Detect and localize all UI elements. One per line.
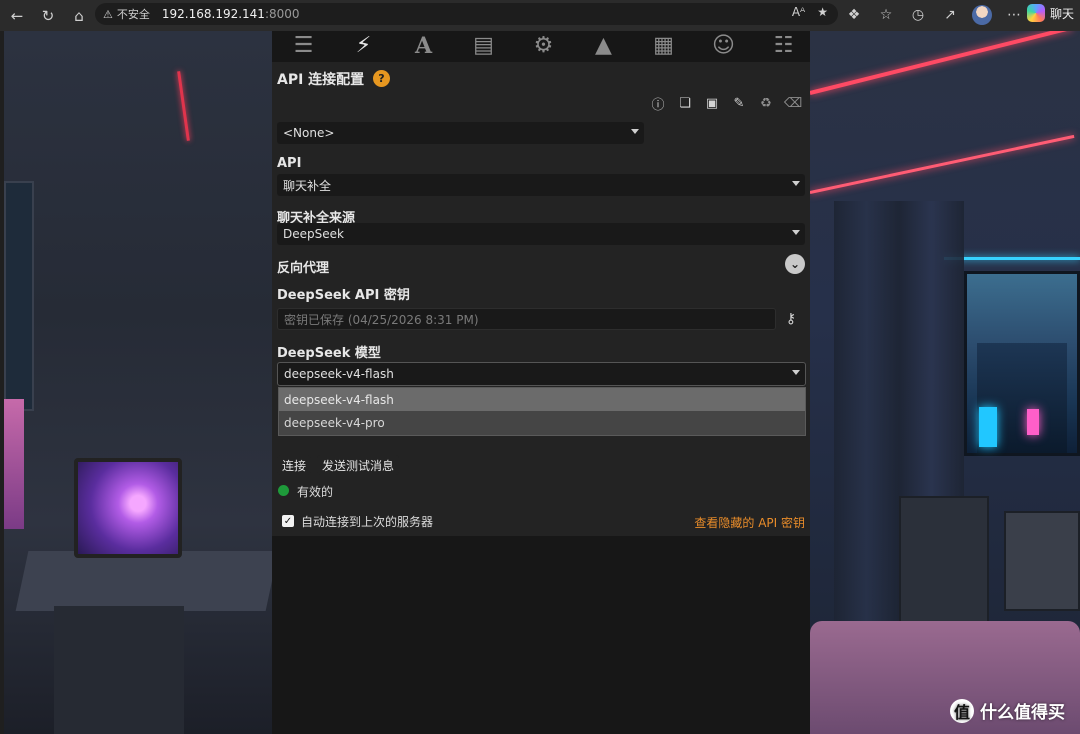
recycle-icon[interactable]: ♻ — [758, 95, 774, 111]
api-label: API — [277, 156, 302, 171]
connect-button[interactable]: 连接 — [277, 455, 312, 475]
profile-toolbar: ⓘ ❏ ▣ ✎ ♻ ⌫ — [650, 95, 802, 113]
auto-connect-label[interactable]: 自动连接到上次的服务器 — [301, 513, 433, 530]
api-key-placeholder: 密钥已保存 (04/25/2026 8:31 PM) — [284, 312, 479, 327]
watermark-logo-icon: 值 — [950, 698, 974, 723]
extensions-icon[interactable]: ❖ — [838, 4, 870, 26]
home-icon[interactable]: ⌂ — [65, 2, 93, 30]
api-key-label: DeepSeek API 密钥 — [277, 288, 410, 303]
model-select[interactable]: deepseek-v4-flash — [277, 362, 806, 386]
model-dropdown-list: deepseek-v4-flash deepseek-v4-pro — [278, 387, 806, 436]
model-option[interactable]: deepseek-v4-flash — [279, 388, 805, 411]
copilot-icon — [1026, 4, 1045, 22]
help-icon[interactable]: ? — [373, 70, 390, 87]
api-connection-content: API 连接配置 ? <None> ⓘ ❏ ▣ ✎ ♻ ⌫ API 聊天补全 聊… — [272, 62, 810, 536]
status-indicator — [278, 485, 289, 496]
security-label: 不安全 — [116, 8, 150, 21]
source-select[interactable]: DeepSeek — [277, 223, 805, 245]
user-gear-icon[interactable]: ⚙ — [528, 33, 559, 59]
pencil-icon[interactable]: ✎ — [731, 95, 747, 111]
plug-icon[interactable]: ⚡ — [348, 33, 379, 59]
refresh-icon[interactable]: ↻ — [34, 2, 62, 30]
watermark-text: 什么值得买 — [980, 703, 1065, 723]
model-option[interactable]: deepseek-v4-pro — [279, 411, 805, 434]
id-card-icon[interactable]: ☷ — [768, 33, 799, 59]
reverse-proxy-label[interactable]: 反向代理 — [277, 257, 329, 276]
smiley-icon[interactable]: ☺ — [708, 33, 739, 59]
api-key-input[interactable]: 密钥已保存 (04/25/2026 8:31 PM) — [277, 308, 776, 330]
back-icon[interactable]: ← — [3, 2, 31, 30]
history-icon[interactable]: ◷ — [902, 4, 934, 26]
address-bar[interactable]: ⚠ 不安全 192.168.192.141 :8000 Aᴬ ★ — [95, 3, 838, 25]
api-value: 聊天补全 — [283, 178, 332, 193]
warning-icon: ⚠ — [103, 7, 113, 21]
source-value: DeepSeek — [283, 227, 344, 241]
connection-profile-value: <None> — [283, 126, 335, 140]
site-watermark: 值 什么值得买 — [950, 698, 1065, 723]
chevron-down-icon — [792, 230, 800, 235]
model-label: DeepSeek 模型 — [277, 346, 381, 361]
key-icon[interactable]: ⚷ — [783, 311, 799, 327]
sliders-icon[interactable]: ☰ — [288, 33, 319, 59]
url-host: 192.168.192.141 — [161, 7, 265, 21]
browser-toolbar: ← ↻ ⌂ ⚠ 不安全 192.168.192.141 :8000 Aᴬ ★ ❖… — [0, 0, 1080, 31]
cubes-icon[interactable]: ▦ — [648, 33, 679, 59]
favorites-icon[interactable]: ☆ — [870, 4, 902, 26]
profile-avatar[interactable] — [972, 5, 992, 25]
save-icon[interactable]: ▣ — [704, 95, 720, 111]
status-text: 有效的 — [297, 485, 334, 499]
model-value: deepseek-v4-flash — [284, 367, 394, 381]
connection-profile-select[interactable]: <None> — [277, 122, 644, 144]
copilot-button[interactable]: 聊天 — [1026, 4, 1074, 22]
send-test-message-button[interactable]: 发送测试消息 — [317, 455, 400, 475]
share-icon[interactable]: ↗ — [934, 4, 966, 26]
info-icon[interactable]: ⓘ — [650, 95, 666, 113]
chevron-down-icon — [792, 181, 800, 186]
new-file-icon[interactable]: ❏ — [677, 95, 693, 111]
reveal-api-keys-link[interactable]: 查看隐藏的 API 密钥 — [694, 514, 805, 531]
api-select[interactable]: 聊天补全 — [277, 174, 805, 196]
chevron-down-icon — [631, 129, 639, 134]
copilot-label: 聊天 — [1049, 6, 1074, 21]
trash-icon[interactable]: ⌫ — [784, 95, 802, 111]
expand-chevron-icon[interactable]: ⌄ — [785, 254, 805, 274]
chevron-down-icon — [792, 370, 800, 375]
book-icon[interactable]: ▤ — [468, 33, 499, 59]
font-icon[interactable]: A — [408, 33, 439, 59]
favorite-star-icon[interactable]: ★ — [817, 5, 828, 19]
url-port: :8000 — [264, 7, 300, 21]
top-navigation: ☰ ⚡ A ▤ ⚙ ▲ ▦ ☺ ☷ — [272, 31, 810, 61]
settings-panel: ☰ ⚡ A ▤ ⚙ ▲ ▦ ☺ ☷ API 连接配置 ? <None> ⓘ ❏ … — [272, 31, 810, 734]
image-icon[interactable]: ▲ — [588, 33, 619, 59]
more-menu-icon[interactable]: ⋯ — [998, 4, 1030, 26]
read-aloud-icon[interactable]: Aᴬ — [792, 5, 805, 19]
api-config-title: API 连接配置 — [277, 72, 365, 88]
auto-connect-checkbox[interactable]: ✓ — [282, 515, 294, 527]
